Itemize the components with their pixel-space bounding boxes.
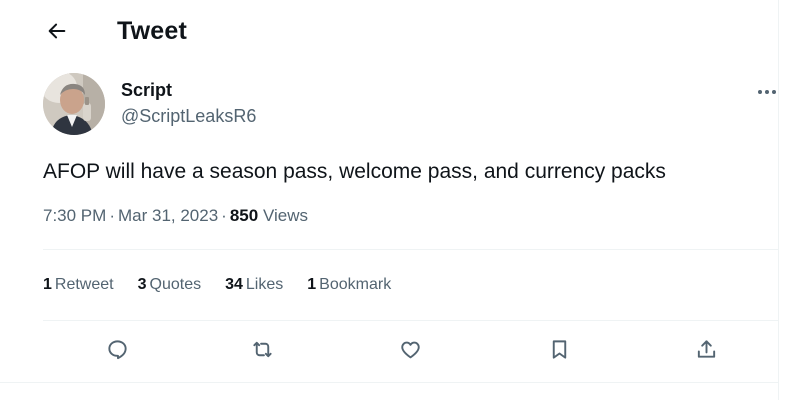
meta-separator: · bbox=[221, 206, 227, 225]
views-count: 850 bbox=[229, 206, 259, 225]
likes-stat[interactable]: 34 Likes bbox=[225, 276, 283, 294]
likes-count: 34 bbox=[225, 276, 243, 293]
tweet-actions-bar bbox=[43, 330, 778, 374]
author-handle[interactable]: @ScriptLeaksR6 bbox=[121, 106, 256, 127]
share-button[interactable] bbox=[689, 335, 723, 369]
reply-button[interactable] bbox=[100, 335, 134, 369]
bookmarks-label: Bookmark bbox=[319, 276, 392, 293]
tweet-stats: 1 Retweet 3 Quotes 34 Likes 1 Bookmark bbox=[43, 276, 415, 294]
more-horizontal-icon bbox=[757, 82, 777, 100]
column-border bbox=[778, 0, 779, 400]
tweet-time: 7:30 PM bbox=[43, 206, 107, 225]
bookmarks-count: 1 bbox=[307, 276, 317, 293]
share-icon bbox=[695, 338, 718, 366]
page-header: Tweet bbox=[0, 0, 778, 64]
tweet-meta: 7:30 PM · Mar 31, 2023 · 850 Views bbox=[43, 206, 308, 226]
retweets-count: 1 bbox=[43, 276, 52, 293]
quotes-label: Quotes bbox=[149, 276, 202, 293]
tweet-text: AFOP will have a season pass, welcome pa… bbox=[43, 160, 666, 183]
retweets-stat[interactable]: 1 Retweet bbox=[43, 276, 114, 294]
back-button[interactable] bbox=[40, 16, 74, 50]
stats-divider bbox=[43, 320, 778, 321]
heart-icon bbox=[399, 338, 422, 366]
retweet-button[interactable] bbox=[245, 335, 279, 369]
bookmarks-stat[interactable]: 1 Bookmark bbox=[307, 276, 391, 294]
retweets-label: Retweet bbox=[54, 276, 114, 293]
arrow-left-icon bbox=[46, 20, 68, 47]
views-label: Views bbox=[262, 206, 308, 225]
bookmark-icon bbox=[548, 338, 571, 366]
more-options-button[interactable] bbox=[752, 80, 782, 102]
meta-separator: · bbox=[109, 206, 115, 225]
author-display-name[interactable]: Script bbox=[121, 80, 172, 101]
retweet-icon bbox=[251, 338, 274, 366]
quotes-count: 3 bbox=[137, 276, 147, 293]
tweet-bottom-divider bbox=[0, 382, 778, 383]
likes-label: Likes bbox=[245, 276, 284, 293]
quotes-stat[interactable]: 3 Quotes bbox=[138, 276, 202, 294]
tweet-date: Mar 31, 2023 bbox=[117, 206, 219, 225]
meta-divider bbox=[43, 249, 778, 250]
like-button[interactable] bbox=[393, 335, 427, 369]
user-avatar bbox=[43, 73, 105, 135]
tweet-timestamp[interactable]: 7:30 PM · Mar 31, 2023 bbox=[43, 206, 218, 225]
reply-icon bbox=[106, 338, 129, 366]
bookmark-button[interactable] bbox=[542, 335, 576, 369]
page-title: Tweet bbox=[117, 17, 187, 45]
avatar[interactable] bbox=[43, 73, 105, 135]
